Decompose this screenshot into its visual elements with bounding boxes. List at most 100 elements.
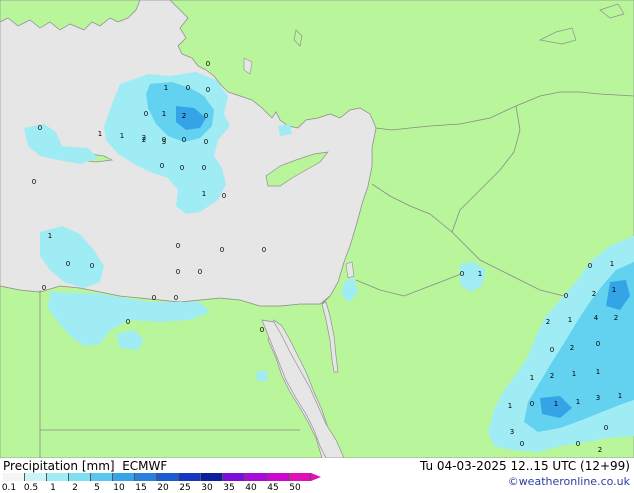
legend-tick-label: 40 — [245, 483, 257, 493]
precip-value-label: 0 — [596, 340, 600, 348]
precip-value-label: 0 — [198, 268, 202, 276]
legend-tick-label: 20 — [157, 483, 169, 493]
precip-value-label: 0 — [222, 192, 226, 200]
legend-tick-label: 10 — [113, 483, 125, 493]
precip-value-label: 0 — [144, 110, 148, 118]
legend-color-swatch — [47, 473, 69, 481]
precip-value-label: 0 — [604, 424, 608, 432]
precip-value-label: 0 — [206, 60, 210, 68]
legend-tick-label: 2 — [72, 483, 78, 493]
precip-value-label: 3 — [162, 138, 166, 146]
precip-value-label: 1 — [610, 260, 614, 268]
precip-value-label: 0 — [262, 246, 266, 254]
precip-value-label: 0 — [66, 260, 70, 268]
color-legend-bar — [3, 473, 321, 481]
legend-color-swatch — [157, 473, 179, 481]
precip-value-label: 0 — [42, 284, 46, 292]
precip-value-label: 0 — [206, 86, 210, 94]
precip-value-label: 0 — [182, 136, 186, 144]
precip-value-label: 0 — [520, 440, 524, 448]
precip-value-label: 2 — [182, 112, 186, 120]
precip-value-label: 3 — [510, 428, 514, 436]
legend-color-swatch — [69, 473, 91, 481]
precip-value-label: 1 — [530, 374, 534, 382]
precip-value-label: 2 — [550, 372, 554, 380]
legend-tick-label: 0.5 — [23, 483, 39, 493]
credit-link[interactable]: ©weatheronline.co.uk — [508, 475, 630, 488]
precip-value-label: 0 — [32, 178, 36, 186]
precip-value-label: 0 — [550, 346, 554, 354]
precip-value-label: 2 — [142, 136, 146, 144]
precip-value-label: 0 — [176, 242, 180, 250]
precip-value-label: 0 — [204, 112, 208, 120]
precip-value-label: 3 — [596, 394, 600, 402]
precip-value-label: 4 — [594, 314, 599, 322]
precip-value-label: 0 — [38, 124, 42, 132]
precip-value-label: 1 — [508, 402, 512, 410]
legend-color-swatch — [135, 473, 157, 481]
precip-small-2 — [278, 124, 292, 136]
precip-value-label: 0 — [260, 326, 264, 334]
legend-color-swatch — [3, 473, 25, 481]
precip-value-label: 1 — [164, 84, 168, 92]
precip-value-label: 0 — [186, 84, 190, 92]
footer: Precipitation [mm] ECMWF Tu 04-03-2025 1… — [0, 458, 634, 493]
precip-value-label: 0 — [174, 294, 178, 302]
legend-tick-label: 45 — [267, 483, 279, 493]
valid-time: Tu 04-03-2025 12..15 UTC (12+99) — [419, 459, 630, 473]
legend-tick-label: 0.1 — [1, 483, 17, 493]
legend-color-swatch — [267, 473, 289, 481]
precip-value-label: 1 — [554, 400, 558, 408]
precip-value-label: 1 — [48, 232, 52, 240]
legend-tick-label: 25 — [179, 483, 191, 493]
precip-value-label: 0 — [90, 262, 94, 270]
legend-color-swatch — [201, 473, 223, 481]
precip-value-label: 0 — [180, 164, 184, 172]
precip-value-label: 1 — [478, 270, 482, 278]
precip-value-label: 1 — [596, 368, 600, 376]
precip-value-label: 0 — [564, 292, 568, 300]
precip-value-label: 0 — [588, 262, 592, 270]
legend-tick-label: 1 — [50, 483, 56, 493]
precip-value-label: 0 — [202, 164, 206, 172]
precip-value-label: 0 — [460, 270, 464, 278]
legend-tick-label: 35 — [223, 483, 235, 493]
precip-value-label: 2 — [570, 344, 574, 352]
precip-value-label: 2 — [592, 290, 596, 298]
precip-value-label: 1 — [202, 190, 206, 198]
legend-color-swatch — [179, 473, 201, 481]
precip-value-label: 2 — [546, 318, 550, 326]
precip-value-label: 0 — [160, 162, 164, 170]
precip-value-label: 0 — [204, 138, 208, 146]
precip-value-label: 1 — [568, 316, 572, 324]
precip-value-label: 1 — [612, 286, 616, 294]
precip-value-label: 1 — [120, 132, 124, 140]
legend-arrow — [311, 473, 321, 481]
legend-color-swatch — [245, 473, 267, 481]
legend-color-swatch — [91, 473, 113, 481]
legend-tick-label: 30 — [201, 483, 213, 493]
map-title: Precipitation [mm] ECMWF — [3, 459, 168, 473]
legend-tick-label: 5 — [94, 483, 100, 493]
legend-color-swatch — [223, 473, 245, 481]
precip-value-label: 2 — [598, 446, 602, 454]
legend-color-swatch — [113, 473, 135, 481]
precip-value-label: 0 — [530, 400, 534, 408]
precip-value-label: 1 — [618, 392, 622, 400]
precipitation-map: 001 00 1 2 01 1 2 0 0 002 30 0 01 0010 00 0 00 000 000100 1… — [0, 0, 634, 458]
precip-small-1 — [256, 370, 268, 382]
precip-value-label: 1 — [98, 130, 102, 138]
precip-value-label: 0 — [576, 440, 580, 448]
precip-value-label: 0 — [220, 246, 224, 254]
precip-value-label: 1 — [572, 370, 576, 378]
legend-tick-label: 50 — [289, 483, 301, 493]
legend-tick-label: 15 — [135, 483, 147, 493]
precip-value-label: 0 — [176, 268, 180, 276]
precip-value-label: 1 — [576, 398, 580, 406]
precip-value-label: 1 — [162, 110, 166, 118]
precip-value-label: 0 — [152, 294, 156, 302]
legend-color-swatch — [25, 473, 47, 481]
legend-color-swatch — [289, 473, 311, 481]
precip-value-label: 0 — [126, 318, 130, 326]
precip-value-label: 2 — [614, 314, 618, 322]
